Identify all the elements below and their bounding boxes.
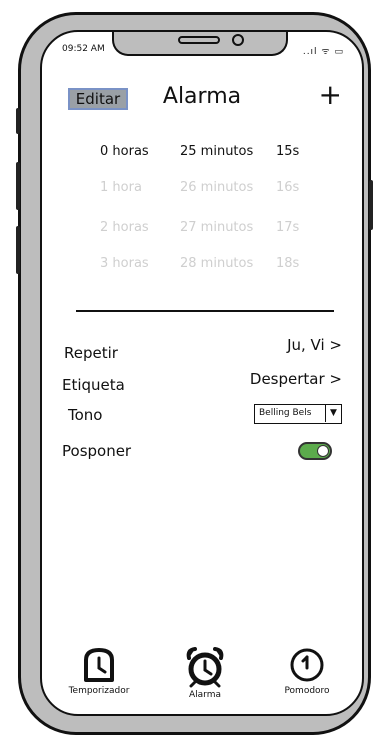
label-label: Etiqueta — [62, 376, 125, 394]
speaker — [178, 36, 220, 44]
picker-minutes: 26 minutos — [180, 180, 254, 195]
tab-label: Temporizador — [68, 686, 130, 696]
repeat-label: Repetir — [64, 344, 118, 362]
picker-seconds: 16s — [276, 180, 300, 195]
volume-down-button — [16, 226, 20, 274]
snooze-label: Posponer — [62, 442, 132, 460]
status-time: 09:52 AM — [62, 44, 105, 54]
picker-hours: 3 horas — [100, 256, 149, 271]
picker-hours: 1 hora — [100, 180, 142, 195]
tab-alarma[interactable]: Alarma — [160, 646, 250, 700]
picker-seconds: 18s — [276, 256, 300, 271]
picker-hours: 0 horas — [100, 144, 149, 159]
tab-pomodoro[interactable]: Pomodoro — [262, 646, 352, 696]
mute-switch — [16, 108, 20, 134]
status-icons: ..ıl ᯤ ▭ — [302, 47, 344, 57]
picker-row[interactable]: 3 horas 28 minutos 18s — [42, 256, 362, 276]
tab-temporizador[interactable]: Temporizador — [54, 646, 144, 696]
pomodoro-icon — [290, 648, 324, 682]
tone-select[interactable]: Belling Bels ▼ — [254, 404, 342, 424]
alarm-clock-icon — [186, 647, 224, 688]
power-button — [369, 180, 373, 230]
picker-seconds: 15s — [276, 144, 300, 159]
divider — [76, 310, 334, 312]
picker-seconds: 17s — [276, 220, 300, 235]
picker-row[interactable]: 1 hora 26 minutos 16s — [42, 180, 362, 200]
repeat-value[interactable]: Ju, Vi > — [287, 336, 342, 354]
tone-select-value: Belling Bels — [259, 408, 312, 418]
camera — [232, 34, 244, 46]
notch — [112, 32, 288, 56]
add-alarm-button[interactable]: + — [319, 78, 342, 111]
picker-minutes: 25 minutos — [180, 144, 254, 159]
tab-label: Alarma — [189, 690, 221, 700]
chevron-down-icon[interactable]: ▼ — [325, 405, 341, 422]
toggle-knob — [317, 445, 329, 457]
picker-row-selected[interactable]: 0 horas 25 minutos 15s — [42, 144, 362, 164]
page-title: Alarma — [162, 84, 242, 109]
picker-minutes: 28 minutos — [180, 256, 254, 271]
label-value[interactable]: Despertar > — [250, 370, 342, 388]
phone-screen: 09:52 AM ..ıl ᯤ ▭ Editar Alarma + 0 hora… — [40, 30, 364, 716]
tab-label: Pomodoro — [284, 686, 330, 696]
picker-minutes: 27 minutos — [180, 220, 254, 235]
tone-label: Tono — [68, 406, 103, 424]
volume-up-button — [16, 162, 20, 210]
picker-hours: 2 horas — [100, 220, 149, 235]
snooze-toggle[interactable] — [298, 442, 332, 460]
picker-row[interactable]: 2 horas 27 minutos 17s — [42, 220, 362, 240]
timer-icon — [84, 648, 114, 682]
